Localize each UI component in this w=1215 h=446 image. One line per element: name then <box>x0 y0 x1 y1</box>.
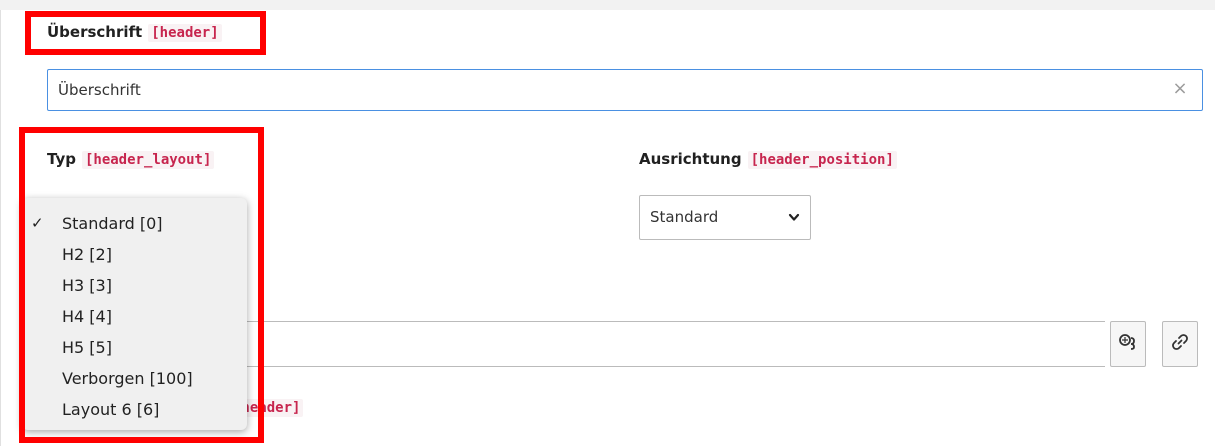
position-label-text: Ausrichtung <box>639 150 742 168</box>
dropdown-option-label: H2 [2] <box>62 245 112 264</box>
header-label-text: Überschrift <box>47 23 143 41</box>
link-button[interactable] <box>1162 321 1198 367</box>
position-field-label: Ausrichtung [header_position] <box>639 150 897 169</box>
checkmark-icon: ✓ <box>31 214 44 232</box>
dropdown-option[interactable]: Verborgen [100] <box>22 363 247 394</box>
layout-label-text: Typ <box>47 150 76 168</box>
link-icon <box>1170 332 1190 356</box>
dropdown-option[interactable]: Layout 6 [6] <box>22 394 247 425</box>
dropdown-option[interactable]: H4 [4] <box>22 301 247 332</box>
chevron-down-icon <box>788 196 800 257</box>
dropdown-option-label: Layout 6 [6] <box>62 400 160 419</box>
link-browser-icon <box>1118 332 1138 356</box>
header-field-label: Überschrift [header] <box>47 23 222 42</box>
header-input[interactable] <box>47 69 1203 111</box>
clear-icon[interactable]: × <box>1170 78 1190 100</box>
link-browser-button[interactable] <box>1110 321 1146 367</box>
layout-code-tag: [header_layout] <box>81 151 215 169</box>
layout-field-label: Typ [header_layout] <box>47 150 215 169</box>
dropdown-option[interactable]: ✓ Standard [0] <box>22 208 247 239</box>
dropdown-option[interactable]: H3 [3] <box>22 270 247 301</box>
position-code-tag: [header_position] <box>747 151 897 169</box>
position-select-value: Standard <box>650 208 719 226</box>
dropdown-option[interactable]: H2 [2] <box>22 239 247 270</box>
dropdown-option-label: H5 [5] <box>62 338 112 357</box>
dropdown-option-label: Verborgen [100] <box>62 369 193 388</box>
position-select[interactable]: Standard <box>639 195 811 240</box>
dropdown-option-label: H4 [4] <box>62 307 112 326</box>
dropdown-option-label: Standard [0] <box>62 214 163 233</box>
dropdown-option[interactable]: H5 [5] <box>22 332 247 363</box>
header-code-tag: [header] <box>148 24 222 42</box>
dropdown-option-label: H3 [3] <box>62 276 112 295</box>
link-input[interactable] <box>240 321 1105 367</box>
layout-dropdown-menu[interactable]: ✓ Standard [0] H2 [2] H3 [3] H4 [4] H5 [… <box>22 198 247 430</box>
